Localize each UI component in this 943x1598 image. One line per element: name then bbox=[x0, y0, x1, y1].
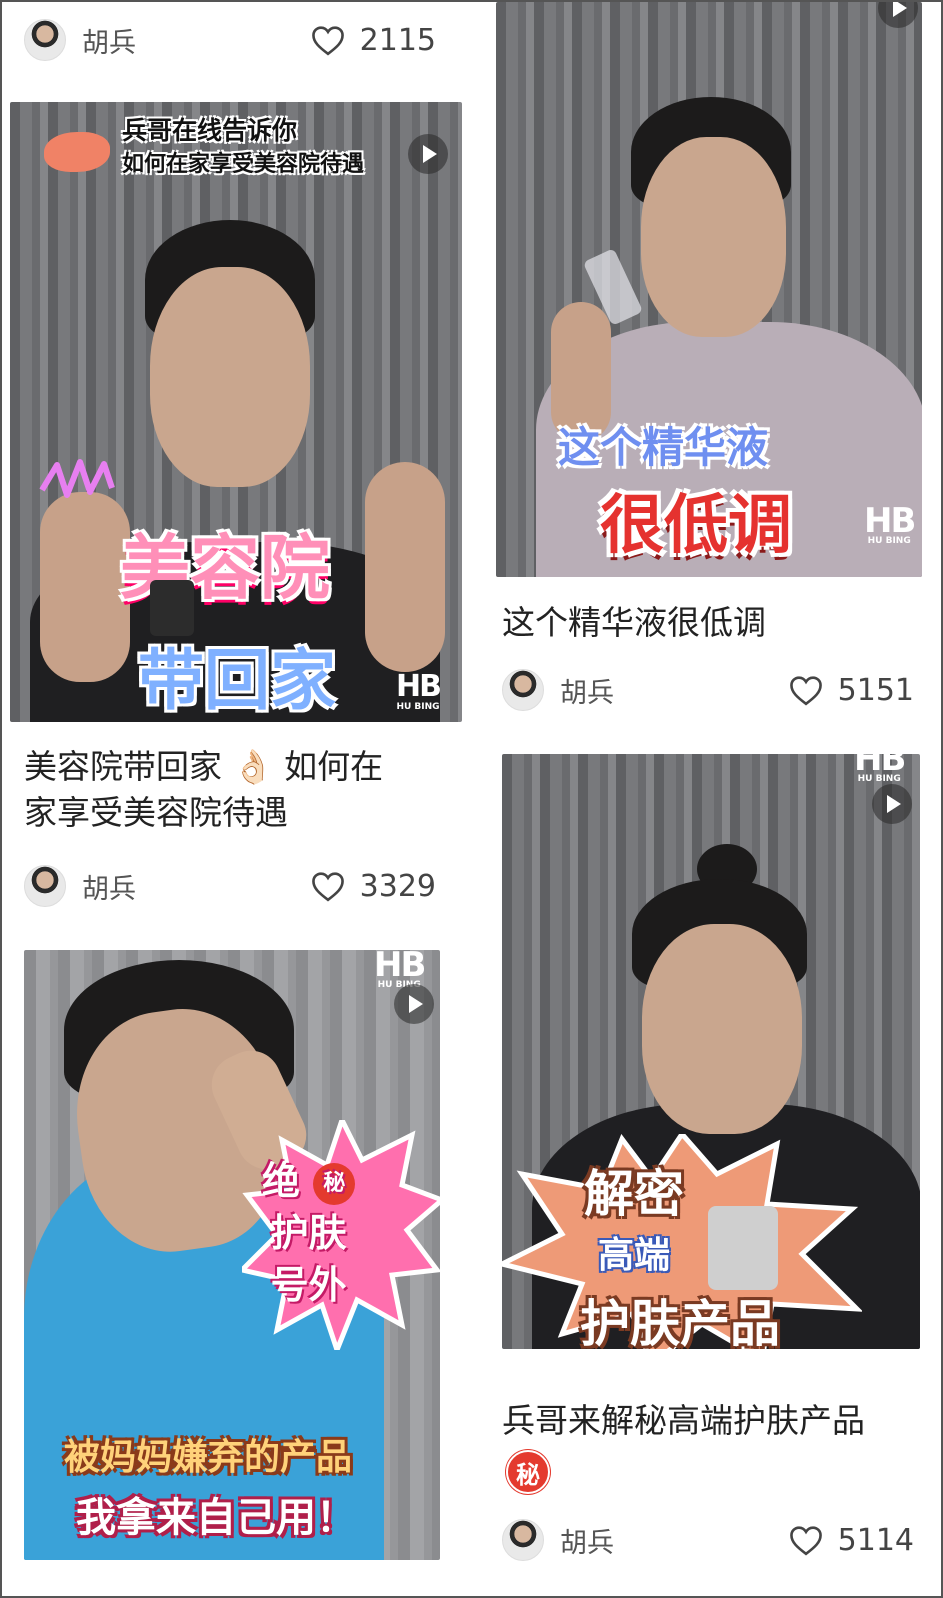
secret-badge: 秘 bbox=[506, 1450, 550, 1494]
heart-icon bbox=[311, 872, 344, 902]
hb-logo: HB HU BING bbox=[854, 754, 906, 784]
card-meta: 胡兵 3329 bbox=[24, 860, 436, 912]
like-button[interactable]: 5151 bbox=[788, 673, 914, 708]
like-count: 5114 bbox=[837, 1522, 914, 1558]
video-thumbnail[interactable]: HB HU BING 解密 高端 护肤产品 bbox=[502, 754, 920, 1349]
heart-icon bbox=[311, 26, 344, 56]
heart-icon bbox=[789, 1526, 822, 1556]
post-title[interactable]: 兵哥来解秘高端护肤产品 bbox=[502, 1398, 922, 1444]
video-thumbnail[interactable]: 这个精华液 很低调 HB HU BING bbox=[496, 2, 922, 577]
group-photo bbox=[708, 1206, 778, 1290]
author-name[interactable]: 胡兵 bbox=[560, 1521, 614, 1560]
burst-text-bottom: 护肤产品 bbox=[580, 1295, 780, 1349]
card-meta: 胡兵 5151 bbox=[502, 664, 914, 716]
card-meta: 胡兵 2115 bbox=[24, 14, 436, 66]
play-icon[interactable] bbox=[408, 134, 448, 174]
avatar[interactable] bbox=[24, 865, 66, 907]
video-thumbnail[interactable]: HB HU BING 绝 秘 护肤 号外 被妈妈嫌弃的产品 我拿来自己用！ bbox=[24, 950, 440, 1560]
overlay-text-top: 这个精华液 bbox=[558, 423, 769, 472]
scribble-icon bbox=[39, 459, 115, 498]
like-count: 2115 bbox=[359, 22, 436, 58]
avatar[interactable] bbox=[24, 19, 66, 61]
like-count: 3329 bbox=[359, 868, 436, 904]
burst-text-top: 解密 bbox=[584, 1165, 684, 1223]
heart-icon bbox=[789, 676, 822, 706]
avatar[interactable] bbox=[502, 1519, 544, 1561]
overlay-text-top: 兵哥在线告诉你 如何在家享受美容院待遇 bbox=[122, 116, 365, 177]
hb-logo: HB HU BING bbox=[396, 669, 442, 713]
author-name[interactable]: 胡兵 bbox=[82, 21, 136, 60]
like-count: 5151 bbox=[837, 672, 914, 708]
overlay-text-big: 很低调 bbox=[600, 489, 792, 563]
like-button[interactable]: 3329 bbox=[310, 869, 436, 904]
like-button[interactable]: 5114 bbox=[788, 1523, 914, 1558]
avatar[interactable] bbox=[502, 669, 544, 711]
hb-logo: HB HU BING bbox=[864, 501, 916, 546]
post-title[interactable]: 美容院带回家 👌🏻 如何在 家享受美容院待遇 bbox=[24, 744, 454, 836]
author-name[interactable]: 胡兵 bbox=[560, 671, 614, 710]
burst-text: 绝 秘 护肤 号外 bbox=[262, 1155, 356, 1311]
post-title[interactable]: 这个精华液很低调 bbox=[502, 600, 922, 646]
author-name[interactable]: 胡兵 bbox=[82, 867, 136, 906]
play-icon[interactable] bbox=[394, 984, 434, 1024]
secret-badge: 秘 bbox=[313, 1162, 356, 1205]
overlay-text-bottom2: 我拿来自己用！ bbox=[76, 1495, 356, 1541]
overlay-text-bottom: 被妈妈嫌弃的产品 bbox=[64, 1437, 353, 1478]
overlay-text-big2: 带回家 bbox=[138, 642, 336, 719]
burst-text-mid: 高端 bbox=[598, 1235, 671, 1276]
play-icon[interactable] bbox=[872, 784, 912, 824]
like-button[interactable]: 2115 bbox=[310, 23, 436, 58]
video-thumbnail[interactable]: 兵哥在线告诉你 如何在家享受美容院待遇 美容院 带回家 HB HU BING bbox=[10, 102, 462, 722]
feed-grid: 胡兵 2115 兵哥在线告诉你 如何在家享受美容院待遇 美容院 带回家 HB HU… bbox=[0, 0, 943, 1598]
lips-icon bbox=[44, 132, 110, 172]
card-meta: 胡兵 5114 bbox=[502, 1514, 914, 1566]
